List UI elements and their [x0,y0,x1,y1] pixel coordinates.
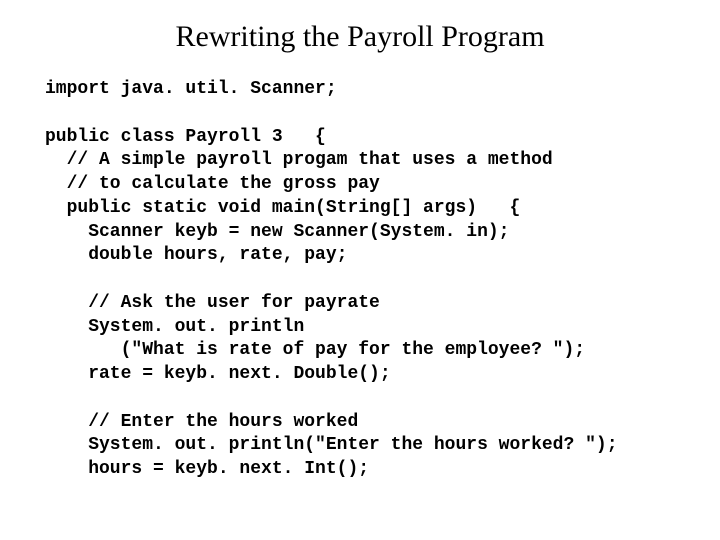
code-line: import java. util. Scanner; [45,79,337,99]
code-line: Scanner keyb = new Scanner(System. in); [45,222,509,242]
code-line: public static void main(String[] args) { [45,198,520,218]
code-line: // Ask the user for payrate [45,293,380,313]
code-block: import java. util. Scanner; public class… [45,78,675,482]
code-line: double hours, rate, pay; [45,245,347,265]
code-line: hours = keyb. next. Int(); [45,459,369,479]
page-title: Rewriting the Payroll Program [45,20,675,54]
code-line: System. out. println("Enter the hours wo… [45,435,618,455]
code-line: rate = keyb. next. Double(); [45,364,391,384]
code-line: // A simple payroll progam that uses a m… [45,150,553,170]
code-line: System. out. println [45,317,304,337]
code-line: ("What is rate of pay for the employee? … [45,340,585,360]
code-line: public class Payroll 3 { [45,127,326,147]
code-line: // to calculate the gross pay [45,174,380,194]
code-line: // Enter the hours worked [45,412,358,432]
slide-content: Rewriting the Payroll Program import jav… [0,0,720,482]
